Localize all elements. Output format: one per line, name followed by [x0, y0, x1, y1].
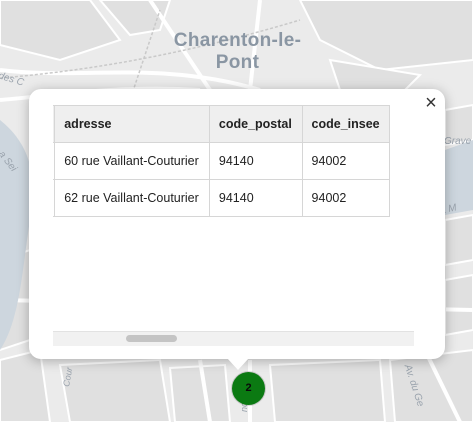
- table-row: 62 rue Vaillant-Couturier 94140 94002: [53, 179, 391, 217]
- table-cell-adresse: 60 rue Vaillant-Couturier: [54, 142, 210, 180]
- column-header-code-insee[interactable]: code_insee: [301, 105, 391, 143]
- attribute-table: t adresse code_postal code_insee 60 rue …: [53, 105, 391, 217]
- city-label-line1: Charenton-le-: [173, 30, 302, 51]
- popup-tip: [227, 358, 249, 370]
- table-cell-adresse: 62 rue Vaillant-Couturier: [54, 179, 210, 217]
- table-header-row: t adresse code_postal code_insee: [53, 105, 391, 143]
- cluster-marker[interactable]: 2: [232, 372, 265, 405]
- map-view[interactable]: Charenton-le- Pont des C a Sei Grave a M…: [0, 0, 473, 422]
- column-header-adresse[interactable]: adresse: [54, 105, 210, 143]
- table-row: 60 rue Vaillant-Couturier 94140 94002: [53, 142, 391, 180]
- street-label: Grave: [444, 136, 472, 147]
- attribute-table-viewport[interactable]: t adresse code_postal code_insee 60 rue …: [53, 105, 414, 331]
- table-cell-code-insee: 94002: [301, 179, 391, 217]
- column-header-code-postal[interactable]: code_postal: [208, 105, 303, 143]
- table-cell-code-postal: 94140: [208, 179, 303, 217]
- close-popup-button[interactable]: ×: [420, 92, 442, 114]
- city-label: Charenton-le- Pont: [150, 30, 325, 74]
- table-cell-code-insee: 94002: [301, 142, 391, 180]
- scrollbar-thumb[interactable]: [126, 335, 177, 342]
- city-label-line2: Pont: [215, 52, 260, 73]
- horizontal-scrollbar[interactable]: [53, 331, 414, 346]
- table-cell-code-postal: 94140: [208, 142, 303, 180]
